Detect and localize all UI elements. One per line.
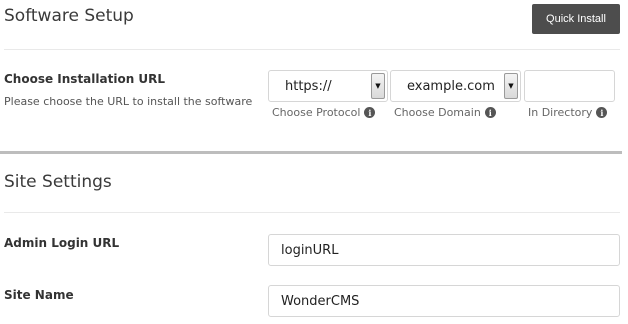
section-separator [0, 151, 622, 154]
quick-install-button[interactable]: Quick Install [532, 4, 620, 34]
software-setup-title: Software Setup [4, 6, 134, 26]
installation-url-label: Choose Installation URL [4, 72, 166, 86]
directory-hint-label: In Directory [528, 106, 593, 119]
protocol-value: https:// [285, 79, 332, 94]
info-icon[interactable]: i [364, 107, 376, 118]
chevron-down-icon[interactable]: ▼ [504, 73, 518, 99]
site-name-label: Site Name [4, 288, 74, 302]
protocol-hint-label: Choose Protocol [272, 106, 361, 119]
divider [4, 49, 620, 50]
site-name-value: WonderCMS [281, 294, 360, 309]
protocol-hint: Choose Protocol i [272, 106, 376, 119]
admin-login-url-field[interactable]: loginURL [268, 234, 620, 266]
directory-input[interactable] [524, 70, 615, 102]
divider [4, 212, 620, 213]
domain-hint-label: Choose Domain [394, 106, 481, 119]
admin-login-url-label: Admin Login URL [4, 236, 120, 250]
admin-login-url-value: loginURL [281, 243, 339, 258]
site-name-field[interactable]: WonderCMS [268, 285, 620, 317]
chevron-down-icon[interactable]: ▼ [371, 73, 385, 99]
info-icon[interactable]: i [484, 107, 496, 118]
protocol-select[interactable]: https:// ▼ [268, 70, 388, 102]
domain-value: example.com [407, 79, 495, 94]
info-icon[interactable]: i [596, 107, 608, 118]
installation-url-description: Please choose the URL to install the sof… [4, 95, 253, 108]
directory-hint: In Directory i [528, 106, 608, 119]
domain-hint: Choose Domain i [394, 106, 496, 119]
site-settings-title: Site Settings [4, 172, 112, 192]
domain-select[interactable]: example.com ▼ [390, 70, 521, 102]
